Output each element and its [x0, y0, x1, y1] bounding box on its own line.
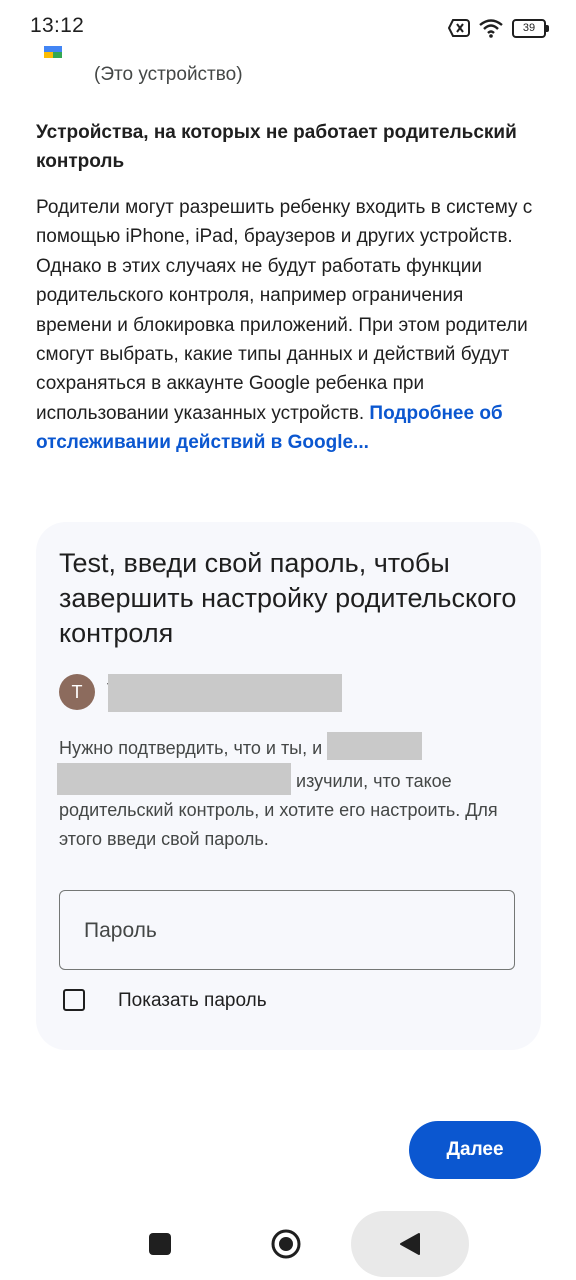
redacted-parent-name — [327, 732, 423, 760]
section-body-text: Родители могут разрешить ребенку входить… — [36, 197, 533, 424]
password-input[interactable] — [82, 915, 506, 947]
section-title: Устройства, на которых не работает родит… — [36, 122, 517, 172]
device-icon — [44, 46, 62, 58]
next-button[interactable]: Далее — [409, 1121, 541, 1179]
show-password-checkbox[interactable] — [63, 989, 85, 1011]
device-subtitle: (Это устройство) — [94, 64, 243, 85]
redacted-child-name — [57, 763, 291, 795]
battery-icon: 39 — [512, 18, 549, 38]
account-row: T T — [59, 672, 519, 712]
back-triangle-icon — [400, 1233, 420, 1255]
sim-x-icon — [448, 19, 470, 37]
status-icons: 39 — [448, 16, 549, 40]
screen: 13:12 39 (Это устройство) Устройства, на… — [0, 0, 576, 1280]
redacted-account-email — [108, 674, 342, 712]
card-title: Test, введи свой пароль, чтобы завершить… — [59, 548, 517, 648]
recents-square-icon[interactable] — [149, 1233, 171, 1255]
card-body-part1: Нужно подтвердить, что и ты, и — [59, 738, 323, 758]
avatar: T — [59, 674, 95, 710]
wifi-icon — [479, 19, 503, 38]
show-password-label[interactable]: Показать пароль — [118, 990, 267, 1012]
show-password-row[interactable]: Показать пароль — [63, 987, 363, 1017]
section-body: Родители могут разрешить ребенку входить… — [36, 193, 544, 458]
status-bar: 13:12 39 — [0, 0, 576, 54]
back-button[interactable] — [351, 1211, 469, 1277]
status-time: 13:12 — [30, 14, 85, 37]
card-body: Нужно подтвердить, что и ты, и изучили, … — [57, 732, 499, 854]
home-circle-icon[interactable] — [270, 1228, 302, 1260]
password-field[interactable] — [59, 890, 515, 970]
password-card: Test, введи свой пароль, чтобы завершить… — [36, 522, 541, 1050]
